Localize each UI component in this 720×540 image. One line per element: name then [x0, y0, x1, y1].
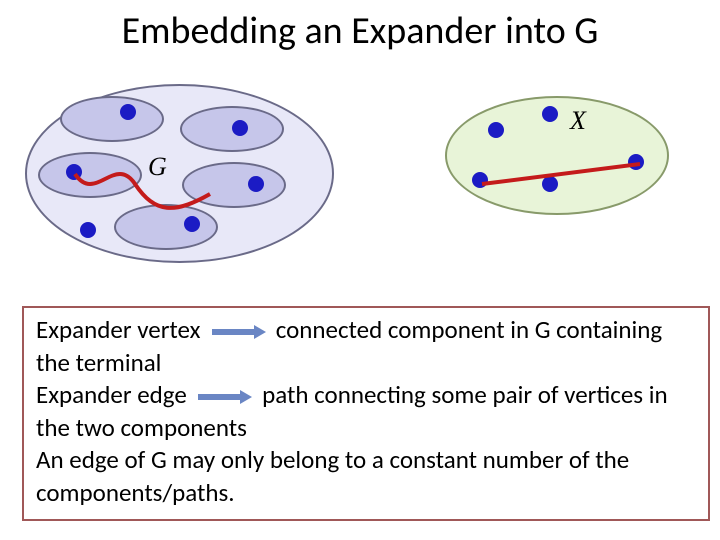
text-expander-vertex: Expander vertex — [36, 314, 200, 345]
explanation-box: Expander vertex connected component in G… — [22, 306, 710, 521]
arrow-icon — [196, 388, 252, 406]
terminal-dot — [120, 104, 136, 120]
slide-title: Embedding an Expander into G — [0, 0, 720, 54]
expander-vertex-dot — [488, 122, 504, 138]
diagram-area: G X — [10, 64, 710, 284]
terminal-dot — [80, 222, 96, 238]
text-constraint: An edge of G may only belong to a consta… — [36, 444, 629, 508]
component-blob — [60, 96, 164, 142]
label-G: G — [148, 152, 167, 182]
expander-vertex-dot — [542, 106, 558, 122]
text-expander-edge: Expander edge — [36, 379, 187, 410]
terminal-dot — [232, 120, 248, 136]
expander-edge-line — [478, 160, 646, 190]
terminal-dot — [248, 176, 264, 192]
arrow-icon — [210, 323, 266, 341]
label-X: X — [570, 106, 586, 136]
